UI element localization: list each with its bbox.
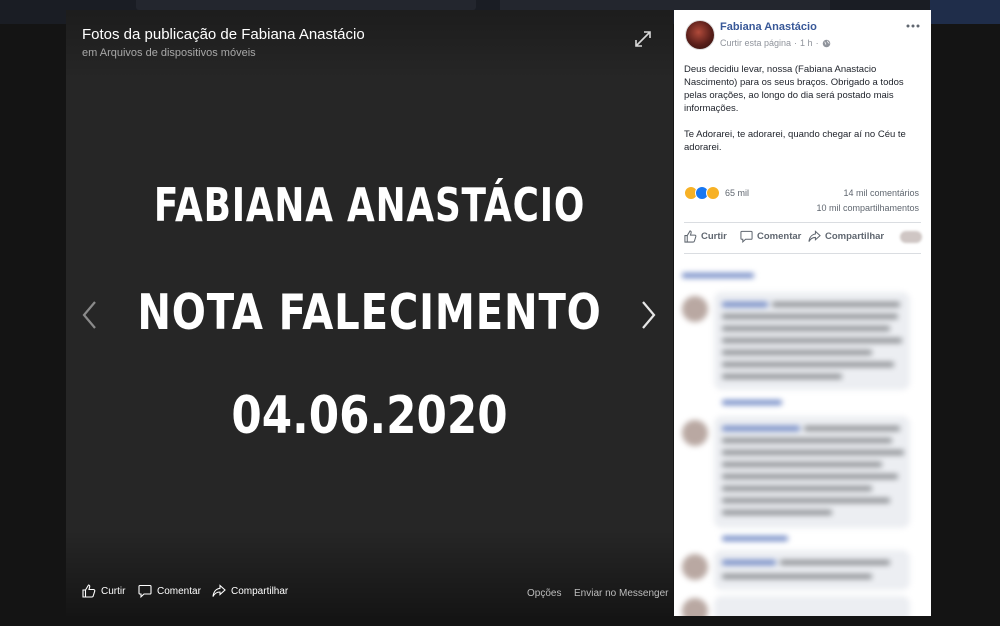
post-like-button[interactable]: Curtir: [684, 230, 727, 243]
care-reaction-icon: [706, 186, 720, 200]
comments-count-link[interactable]: 14 mil comentários: [843, 188, 919, 198]
reactions-summary[interactable]: 65 mil: [684, 186, 749, 200]
viewer-messenger-link[interactable]: Enviar no Messenger: [574, 588, 669, 599]
dimmed-search-bar: [136, 0, 476, 10]
photo-text-notice: NOTA FALECIMENTO: [137, 284, 602, 341]
viewer-album-link[interactable]: em Arquivos de dispositivos móveis: [82, 47, 256, 59]
post-time[interactable]: 1 h: [800, 38, 813, 48]
viewer-like-label: Curtir: [101, 585, 126, 597]
post-body: Deus decidiu levar, nossa (Fabiana Anast…: [684, 63, 924, 167]
post-like-label: Curtir: [701, 231, 727, 242]
viewer-like-button[interactable]: Curtir: [82, 584, 125, 598]
divider: [684, 222, 921, 223]
photo-text-date: 04.06.2020: [231, 386, 508, 446]
meta-separator-2: ·: [815, 38, 819, 48]
photo-text-name: FABIANA ANASTÁCIO: [153, 178, 586, 232]
share-arrow-icon: [808, 230, 821, 242]
share-arrow-icon: [212, 584, 226, 597]
shares-count-link[interactable]: 10 mil compartilhamentos: [816, 203, 919, 213]
dimmed-nav-bar: [500, 0, 830, 10]
post-share-button[interactable]: Compartilhar: [808, 230, 884, 243]
post-paragraph: Te Adorarei, te adorarei, quando chegar …: [684, 129, 906, 153]
post-meta: Curtir esta página · 1 h ·: [720, 38, 831, 48]
more-options-icon[interactable]: [906, 23, 920, 29]
post-paragraph: Deus decidiu levar, nossa (Fabiana Anast…: [684, 64, 904, 114]
thumbs-up-icon: [684, 230, 697, 243]
post-comment-label: Comentar: [757, 231, 802, 242]
viewer-share-button[interactable]: Compartilhar: [212, 584, 288, 598]
post-comment-button[interactable]: Comentar: [740, 230, 801, 243]
next-photo-icon[interactable]: [638, 300, 658, 330]
post-action-bar: Curtir Comentar Compartilhar: [684, 230, 924, 246]
dimmed-header-right: [930, 0, 1000, 24]
viewer-share-label: Compartilhar: [231, 585, 289, 597]
post-side-panel: Fabiana Anastácio Curtir esta página · 1…: [674, 10, 931, 616]
globe-icon: [822, 39, 830, 47]
page-avatar[interactable]: [685, 20, 715, 50]
meta-separator: ·: [794, 38, 798, 48]
viewer-avatar-selector[interactable]: [900, 231, 922, 243]
comment-icon: [138, 584, 152, 598]
thumbs-up-icon: [82, 584, 96, 598]
comment-icon: [740, 230, 753, 243]
page-name-link[interactable]: Fabiana Anastácio: [720, 21, 817, 33]
viewer-comment-button[interactable]: Comentar: [138, 584, 201, 598]
viewer-options-link[interactable]: Opções: [527, 588, 561, 599]
viewer-comment-label: Comentar: [157, 585, 201, 597]
divider: [684, 253, 921, 254]
post-share-label: Compartilhar: [825, 231, 885, 242]
blurred-comments-section: [674, 258, 931, 616]
photo-viewer: Fotos da publicação de Fabiana Anastácio…: [66, 10, 673, 616]
viewer-title: Fotos da publicação de Fabiana Anastácio: [82, 26, 365, 43]
previous-photo-icon[interactable]: [80, 300, 100, 330]
follow-page-link[interactable]: Curtir esta página: [720, 38, 791, 48]
fullscreen-expand-icon[interactable]: [634, 30, 652, 48]
reactions-count: 65 mil: [725, 188, 750, 198]
viewer-action-bar: Curtir Comentar Compartilhar Opções Envi…: [82, 584, 669, 606]
